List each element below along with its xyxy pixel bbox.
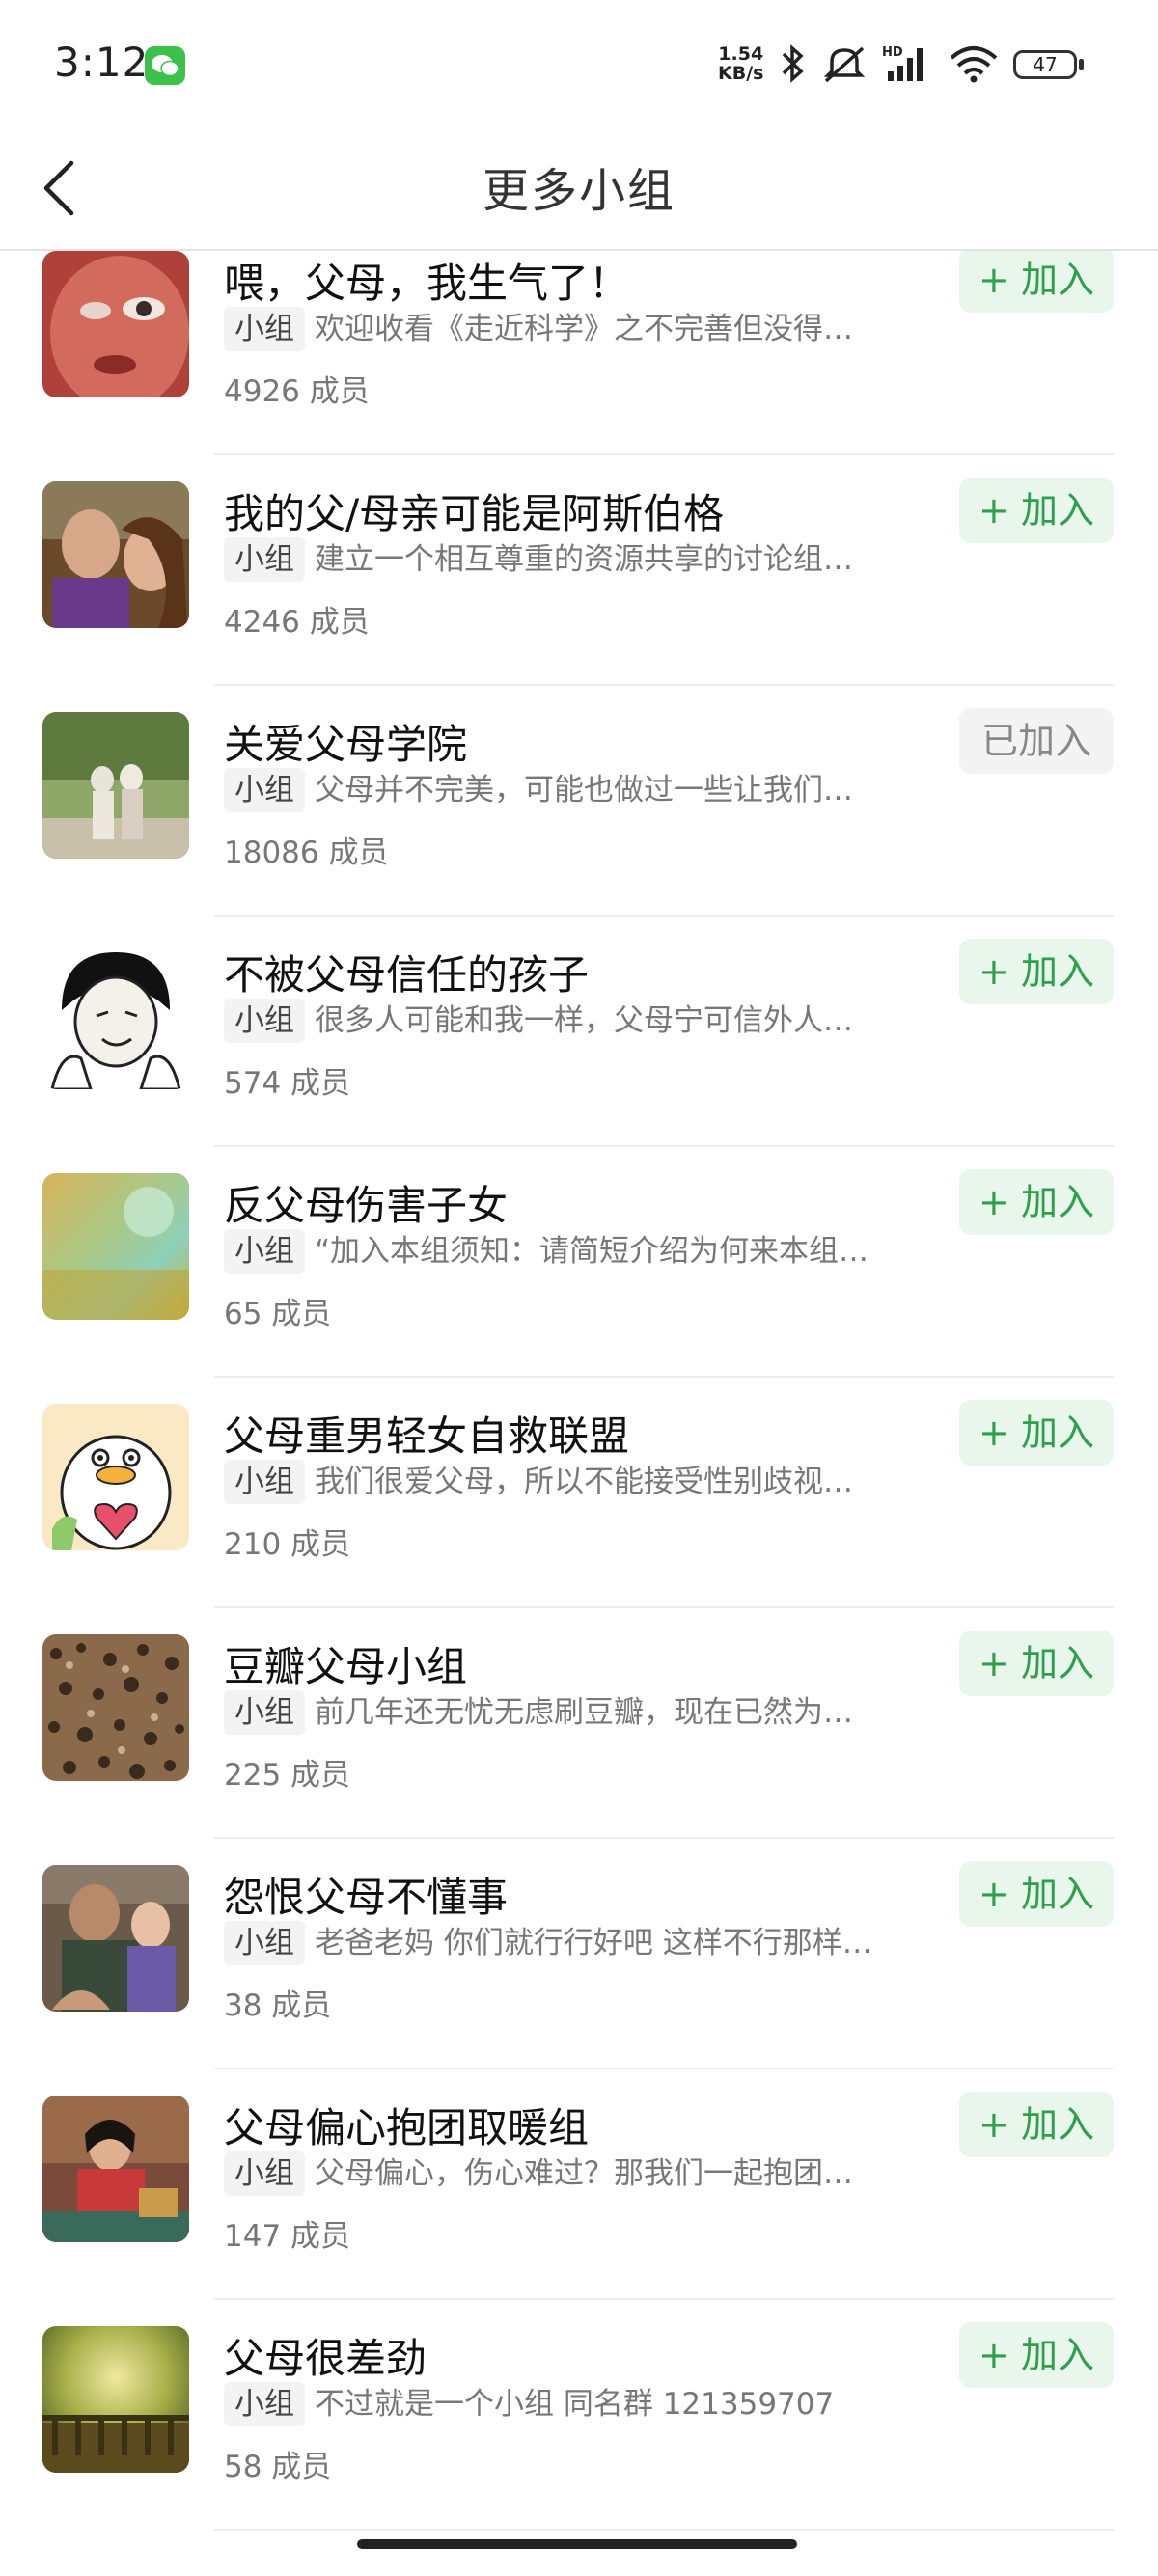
- divider: [214, 2068, 1114, 2069]
- network-speed-unit: KB/s: [718, 63, 764, 84]
- group-tag: 小组: [224, 2382, 305, 2426]
- join-button[interactable]: + 加入: [959, 478, 1114, 543]
- join-button[interactable]: + 加入: [959, 1400, 1114, 1466]
- group-description: 建立一个相互尊重的资源共享的讨论组…: [315, 542, 853, 577]
- group-avatar: [42, 1173, 189, 1320]
- member-count: 225 成员: [224, 1758, 351, 1793]
- signal-hd-label: HD: [882, 45, 903, 60]
- bluetooth-icon: [778, 42, 807, 89]
- wechat-notification-icon: [145, 46, 185, 85]
- divider: [214, 453, 1114, 455]
- join-button[interactable]: + 加入: [959, 1861, 1114, 1927]
- network-speed-value: 1.54: [718, 43, 764, 65]
- divider: [214, 1376, 1114, 1378]
- group-description: 父母并不完美，可能也做过一些让我们…: [315, 773, 853, 808]
- group-list[interactable]: 喂，父母，我生气了！ 小组 欢迎收看《走近科学》之不完善但没得… 4926 成员…: [0, 251, 1158, 2537]
- group-item[interactable]: 反父母伤害子女 小组 “加入本组须知：请简短介绍为何来本组… 65 成员 + 加…: [0, 1148, 1158, 1379]
- group-name: 父母偏心抱团取暖组: [224, 2104, 590, 2151]
- group-name: 豆瓣父母小组: [224, 1643, 468, 1690]
- group-avatar: [42, 2096, 189, 2242]
- group-description: 欢迎收看《走近科学》之不完善但没得…: [315, 312, 853, 346]
- group-description: 老爸老妈 你们就行行好吧 这样不行那样…: [315, 1926, 872, 1960]
- group-tag: 小组: [224, 1460, 305, 1504]
- mute-icon: [820, 42, 868, 89]
- nav-bar: 更多小组: [0, 125, 1158, 251]
- join-button[interactable]: + 加入: [959, 2322, 1114, 2388]
- divider: [214, 2529, 1114, 2531]
- wifi-icon: [948, 42, 1000, 89]
- divider: [214, 2298, 1114, 2300]
- group-description: 前几年还无忧无虑刷豆瓣，现在已然为…: [315, 1695, 853, 1730]
- divider: [214, 1606, 1114, 1608]
- group-tag: 小组: [224, 1229, 305, 1274]
- cellular-signal-icon: HD: [880, 42, 934, 89]
- group-item[interactable]: 喂，父母，我生气了！ 小组 欢迎收看《走近科学》之不完善但没得… 4926 成员…: [0, 251, 1158, 456]
- group-item[interactable]: 怨恨父母不懂事 小组 老爸老妈 你们就行行好吧 这样不行那样… 38 成员 + …: [0, 1840, 1158, 2070]
- group-avatar: [42, 1404, 189, 1550]
- group-avatar: [42, 712, 189, 859]
- group-description: “加入本组须知：请简短介绍为何来本组…: [315, 1234, 869, 1269]
- status-time: 3:12: [54, 39, 150, 86]
- join-button[interactable]: + 加入: [959, 2092, 1114, 2157]
- group-description: 不过就是一个小组 同名群 121359707: [315, 2387, 835, 2422]
- member-count: 4926 成员: [224, 374, 370, 409]
- join-button[interactable]: + 加入: [959, 1169, 1114, 1235]
- page-title: 更多小组: [482, 164, 676, 218]
- group-name: 我的父/母亲可能是阿斯伯格: [224, 490, 725, 537]
- group-avatar: [42, 251, 189, 397]
- join-button[interactable]: + 加入: [959, 939, 1114, 1004]
- group-tag: 小组: [224, 1690, 305, 1735]
- group-item[interactable]: 不被父母信任的孩子 小组 很多人可能和我一样，父母宁可信外人… 574 成员 +…: [0, 918, 1158, 1148]
- group-avatar: [42, 1634, 189, 1781]
- battery-indicator: 47: [1013, 50, 1077, 79]
- group-tag: 小组: [224, 768, 305, 812]
- group-name: 父母重男轻女自救联盟: [224, 1412, 630, 1460]
- group-name: 关爱父母学院: [224, 721, 468, 768]
- battery-tip: [1079, 59, 1084, 70]
- group-avatar: [42, 2326, 189, 2473]
- group-tag: 小组: [224, 2151, 305, 2196]
- group-avatar: [42, 481, 189, 628]
- group-name: 喂，父母，我生气了！: [224, 260, 630, 307]
- divider: [214, 1145, 1114, 1147]
- group-item[interactable]: 我的父/母亲可能是阿斯伯格 小组 建立一个相互尊重的资源共享的讨论组… 4246…: [0, 456, 1158, 687]
- joined-button[interactable]: 已加入: [959, 708, 1114, 774]
- group-item[interactable]: 父母很差劲 小组 不过就是一个小组 同名群 121359707 58 成员 + …: [0, 2301, 1158, 2532]
- group-item[interactable]: 父母偏心抱团取暖组 小组 父母偏心，伤心难过？那我们一起抱团… 147 成员 +…: [0, 2070, 1158, 2301]
- member-count: 18086 成员: [224, 836, 389, 870]
- group-item[interactable]: 父母重男轻女自救联盟 小组 我们很爱父母，所以不能接受性别歧视… 210 成员 …: [0, 1379, 1158, 1609]
- group-tag: 小组: [224, 537, 305, 582]
- divider: [214, 684, 1114, 686]
- group-item[interactable]: 关爱父母学院 小组 父母并不完美，可能也做过一些让我们… 18086 成员 已加…: [0, 687, 1158, 918]
- group-description: 我们很爱父母，所以不能接受性别歧视…: [315, 1465, 853, 1499]
- divider: [214, 1837, 1114, 1839]
- status-bar: 3:12 1.54 KB/s HD 47: [0, 0, 1158, 125]
- home-indicator[interactable]: [357, 2539, 797, 2549]
- divider: [214, 915, 1114, 917]
- join-button[interactable]: + 加入: [959, 1631, 1114, 1696]
- group-item[interactable]: 豆瓣父母小组 小组 前几年还无忧无虑刷豆瓣，现在已然为… 225 成员 + 加入: [0, 1609, 1158, 1840]
- join-button[interactable]: + 加入: [959, 251, 1114, 313]
- member-count: 65 成员: [224, 1297, 332, 1331]
- group-name: 父母很差劲: [224, 2335, 427, 2382]
- group-avatar: [42, 1865, 189, 2012]
- member-count: 147 成员: [224, 2219, 351, 2254]
- member-count: 58 成员: [224, 2450, 332, 2484]
- group-description: 父母偏心，伤心难过？那我们一起抱团…: [315, 2156, 853, 2191]
- group-tag: 小组: [224, 307, 305, 351]
- network-speed: 1.54 KB/s: [718, 44, 763, 83]
- group-avatar: [42, 943, 189, 1089]
- member-count: 4246 成员: [224, 605, 370, 640]
- member-count: 210 成员: [224, 1527, 351, 1562]
- member-count: 38 成员: [224, 1988, 332, 2023]
- group-name: 不被父母信任的孩子: [224, 951, 590, 999]
- group-tag: 小组: [224, 1921, 305, 1965]
- group-name: 怨恨父母不懂事: [224, 1874, 509, 1921]
- group-tag: 小组: [224, 999, 305, 1043]
- group-description: 很多人可能和我一样，父母宁可信外人…: [315, 1003, 853, 1038]
- member-count: 574 成员: [224, 1066, 351, 1101]
- group-name: 反父母伤害子女: [224, 1182, 509, 1229]
